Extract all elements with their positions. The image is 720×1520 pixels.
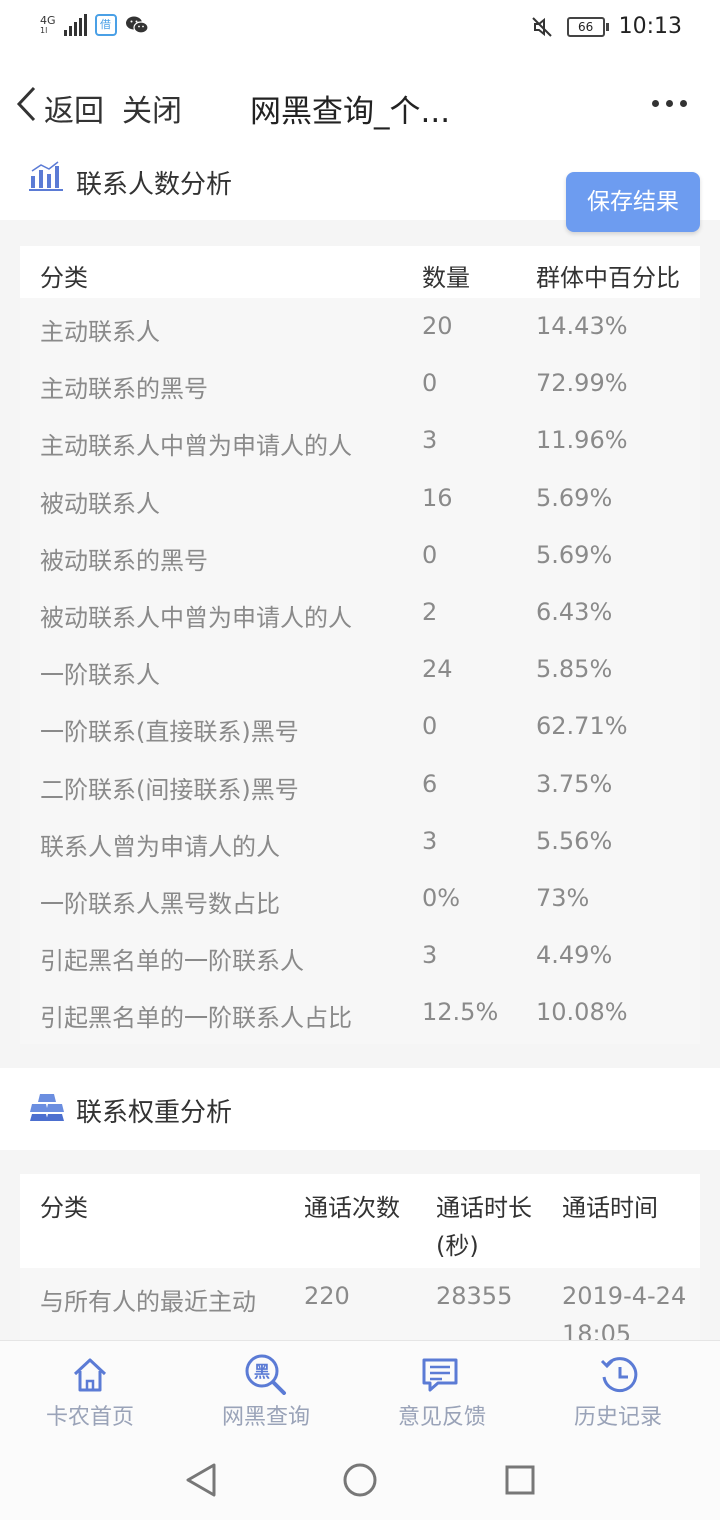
cell-category: 联系人曾为申请人的人 [40, 832, 280, 861]
more-options-icon[interactable] [652, 100, 687, 107]
section-title: 联系人数分析 [76, 170, 233, 200]
cell-call-clock: 18:05 [562, 1320, 632, 1340]
tab-label: 网黑查询 [221, 1405, 310, 1430]
signal-icon [63, 14, 87, 36]
cell-category: 二阶联系(间接联系)黑号 [40, 775, 299, 804]
close-button[interactable]: 关闭 [122, 86, 182, 130]
cell-group-percent: 73% [536, 884, 590, 912]
section-title: 联系权重分析 [76, 1098, 233, 1128]
cell-count: 0% [422, 884, 461, 912]
cell-group-percent: 3.75% [536, 769, 613, 798]
cell-count: 0 [422, 369, 438, 398]
bottom-tab-bar: 卡农首页 黑 网黑查询 意见反馈 历史记录 [0, 1340, 720, 1441]
cell-count: 0 [422, 540, 438, 569]
cell-group-percent: 5.69% [536, 483, 613, 512]
wechat-icon [125, 16, 149, 34]
cell-group-percent: 5.56% [536, 826, 613, 855]
header-call-count: 通话次数 [304, 1194, 400, 1222]
status-left: 4G 1l 借 [40, 14, 149, 36]
header-category: 分类 [40, 1194, 88, 1222]
cell-category: 被动联系的黑号 [40, 546, 208, 575]
system-back-icon[interactable] [184, 1462, 218, 1498]
cell-category: 一阶联系(直接联系)黑号 [40, 718, 299, 747]
cell-count: 3 [422, 941, 438, 970]
back-button[interactable]: 返回 [44, 86, 104, 130]
cell-category: 一阶联系人黑号数占比 [40, 890, 280, 918]
tab-home[interactable]: 卡农首页 [0, 1341, 180, 1441]
content-area[interactable]: 联系人数分析 保存结果 分类 数量 群体中百分比 主动联系人 20 14.43% 主动… [0, 152, 720, 1340]
cell-group-percent: 14.43% [536, 312, 628, 340]
header-call-duration-unit: (秒) [436, 1232, 479, 1260]
tab-blacklist-query[interactable]: 黑 网黑查询 [176, 1341, 356, 1441]
gold-bars-icon [30, 1094, 64, 1121]
back-chevron-icon[interactable] [14, 84, 40, 124]
cell-category: 主动联系的黑号 [40, 375, 208, 404]
signal-sub: 1l [40, 26, 48, 35]
header-count: 数量 [422, 264, 470, 292]
cell-group-percent: 72.99% [536, 369, 628, 398]
contact-weight-table: 分类 通话次数 通话时长 (秒) 通话时间 与所有人的最近主动 220 2835… [20, 1174, 700, 1340]
cell-category: 引起黑名单的一阶联系人占比 [40, 1004, 352, 1033]
contact-count-table: 分类 数量 群体中百分比 主动联系人 20 14.43% 主动联系的黑号 0 72.99%… [20, 246, 700, 1044]
cell-group-percent: 62.71% [536, 712, 628, 741]
cell-group-percent: 10.08% [536, 998, 628, 1027]
cell-call-count: 220 [304, 1282, 350, 1310]
tab-feedback[interactable]: 意见反馈 [352, 1341, 532, 1441]
tab-history[interactable]: 历史记录 [528, 1341, 708, 1441]
header-call-duration: 通话时长 [436, 1194, 532, 1222]
cell-count: 6 [422, 769, 438, 798]
cell-count: 20 [422, 312, 453, 340]
cell-category: 主动联系人 [40, 318, 160, 346]
cell-group-percent: 5.69% [536, 540, 613, 569]
clock: 10:13 [618, 14, 682, 39]
cell-call-duration: 28355 [436, 1282, 513, 1310]
cell-group-percent: 6.43% [536, 598, 613, 626]
cell-count: 16 [422, 483, 453, 512]
section-contact-weight-header: 联系权重分析 [0, 1068, 720, 1150]
tab-label: 历史记录 [573, 1405, 662, 1430]
mute-icon [531, 16, 552, 37]
cell-count: 24 [422, 655, 453, 684]
cell-group-percent: 4.49% [536, 941, 613, 970]
nav-bar: 返回 关闭 网黑查询_个... [0, 56, 720, 153]
cell-count: 3 [422, 426, 438, 455]
table-header: 分类 通话次数 通话时长 (秒) 通话时间 [20, 1174, 700, 1268]
cell-call-date: 2019-4-24 [562, 1282, 687, 1310]
table-header: 分类 数量 群体中百分比 [20, 246, 700, 298]
history-icon [600, 1357, 638, 1393]
cell-group-percent: 11.96% [536, 426, 628, 455]
cell-category: 被动联系人中曾为申请人的人 [40, 604, 352, 632]
status-bar: 4G 1l 借 66 10:13 [0, 0, 720, 56]
header-call-time: 通话时间 [562, 1194, 658, 1222]
cell-count: 0 [422, 712, 438, 741]
cell-group-percent: 5.85% [536, 655, 613, 684]
system-recents-icon[interactable] [504, 1464, 536, 1496]
cell-count: 2 [422, 598, 438, 626]
home-icon [73, 1358, 107, 1392]
cell-category: 与所有人的最近主动 [40, 1288, 256, 1316]
cell-category: 引起黑名单的一阶联系人 [40, 947, 304, 976]
status-right: 66 10:13 [531, 14, 682, 39]
tab-label: 卡农首页 [45, 1405, 134, 1430]
bar-chart-icon [29, 161, 63, 191]
feedback-icon [422, 1358, 458, 1392]
cell-category: 被动联系人 [40, 489, 160, 518]
cell-category: 主动联系人中曾为申请人的人 [40, 432, 352, 461]
system-nav-bar [0, 1440, 720, 1520]
battery-icon: 66 [566, 16, 609, 37]
page-title: 网黑查询_个... [250, 94, 451, 130]
app-notification-icon: 借 [94, 14, 117, 36]
cell-category: 一阶联系人 [40, 661, 160, 690]
blacklist-search-icon: 黑 [245, 1354, 286, 1395]
save-result-button[interactable]: 保存结果 [566, 172, 700, 232]
network-type: 4G [40, 14, 56, 27]
header-category: 分类 [40, 264, 88, 292]
header-group-percent: 群体中百分比 [536, 264, 680, 292]
cell-count: 3 [422, 826, 438, 855]
system-home-icon[interactable] [342, 1462, 378, 1498]
tab-icon-glyph: 黑 [254, 1362, 270, 1381]
tab-label: 意见反馈 [397, 1405, 486, 1430]
cell-count: 12.5% [422, 998, 499, 1027]
